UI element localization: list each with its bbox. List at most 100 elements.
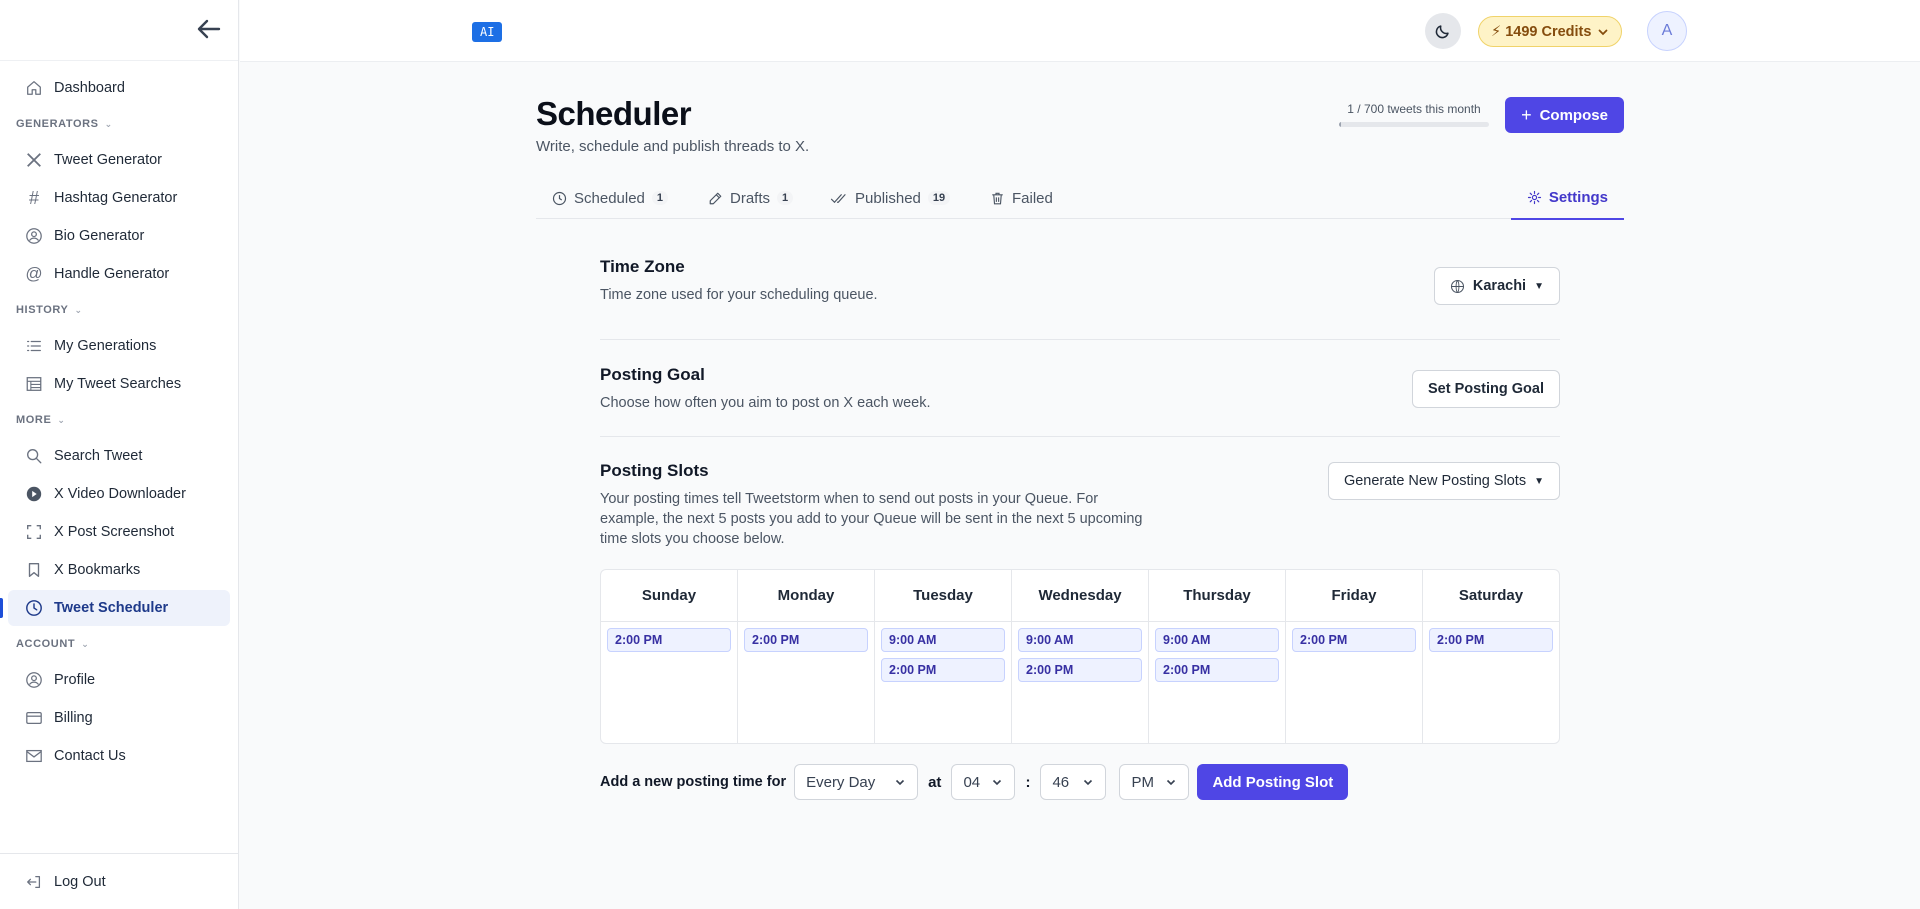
hour-select[interactable]: 04 [951,764,1016,800]
ampm-select[interactable]: PM [1119,764,1190,800]
sidebar-item-billing[interactable]: Billing [8,700,230,736]
day-slots: 2:00 PM [1286,628,1422,652]
tab-count: 1 [777,191,794,205]
sidebar-nav: Dashboard GENERATORS ⌄ Tweet Generator # … [0,68,238,776]
section-history[interactable]: HISTORY ⌄ [0,294,238,326]
list-icon [24,336,44,356]
clock-icon [552,191,567,205]
set-posting-goal-button[interactable]: Set Posting Goal [1411,370,1560,408]
caret-down-icon: ▼ [1534,280,1544,292]
chevron-down-icon [1599,29,1608,35]
sidebar-item-my-generations[interactable]: My Generations [8,328,230,364]
tab-label: Drafts [730,189,771,207]
day-slots: 2:00 PM [601,628,737,652]
clock-icon [24,598,44,618]
chevron-down-icon: ⌄ [104,118,113,129]
logout-button[interactable]: Log Out [8,864,230,900]
settings-panel: Time Zone Time zone used for your schedu… [600,257,1560,549]
sidebar-item-label: X Post Screenshot [54,524,175,540]
minute-select[interactable]: 46 [1040,764,1107,800]
chevron-down-icon [993,779,1002,786]
credit-card-icon [24,708,44,728]
at-sign-icon: @ [25,264,43,283]
timezone-title: Time Zone [600,257,685,276]
generate-posting-slots-button[interactable]: Generate New Posting Slots ▼ [1327,462,1560,500]
section-more[interactable]: MORE ⌄ [0,404,238,436]
timezone-select[interactable]: Karachi ▼ [1433,267,1560,305]
section-account[interactable]: ACCOUNT ⌄ [0,628,238,660]
chevron-down-icon [1167,779,1176,786]
mail-icon [24,746,44,766]
posting-slot[interactable]: 2:00 PM [1429,628,1553,652]
timezone-row: Time Zone Time zone used for your schedu… [600,257,1560,340]
posting-slot[interactable]: 2:00 PM [1292,628,1416,652]
tab-drafts[interactable]: Drafts 1 [708,177,794,219]
day-column-saturday: Saturday 2:00 PM [1423,570,1559,743]
sidebar-item-x-video-downloader[interactable]: X Video Downloader [8,476,230,512]
tab-published[interactable]: Published 19 [830,177,951,219]
gear-icon [1527,190,1541,205]
minute-value: 46 [1052,773,1070,791]
posting-slot[interactable]: 2:00 PM [607,628,731,652]
sidebar-item-handle-generator[interactable]: @ Handle Generator [8,256,230,292]
usage-progress-bar [1339,122,1489,127]
day-header: Friday [1286,570,1422,622]
sidebar-item-bio-generator[interactable]: Bio Generator [8,218,230,254]
sidebar-item-x-post-screenshot[interactable]: X Post Screenshot [8,514,230,550]
section-label: GENERATORS [16,118,99,130]
user-circle-icon [24,226,44,246]
avatar[interactable]: A [1647,11,1687,51]
sidebar-item-tweet-scheduler[interactable]: Tweet Scheduler [0,590,230,626]
sidebar-item-label: X Video Downloader [54,486,186,502]
chevron-down-icon: ⌄ [74,304,83,315]
posting-slot[interactable]: 9:00 AM [881,628,1005,652]
posting-slot[interactable]: 2:00 PM [1155,658,1279,682]
posting-slot[interactable]: 2:00 PM [744,628,868,652]
collapse-sidebar-button[interactable] [194,14,224,44]
sidebar-item-my-tweet-searches[interactable]: My Tweet Searches [8,366,230,402]
ampm-value: PM [1131,773,1154,791]
timezone-desc: Time zone used for your scheduling queue… [600,287,878,303]
sidebar-item-x-bookmarks[interactable]: X Bookmarks [8,552,230,588]
sidebar-item-dashboard[interactable]: Dashboard [8,70,230,106]
credits-button[interactable]: ⚡ 1499 Credits [1478,16,1623,47]
chevron-down-icon: ⌄ [57,414,66,425]
day-select[interactable]: Every Day [794,764,919,800]
tab-count: 19 [927,191,951,205]
tab-count: 1 [651,191,669,205]
usage-text: 1 / 700 tweets this month [1347,102,1481,116]
sidebar-item-contact-us[interactable]: Contact Us [8,738,230,774]
day-header: Sunday [601,570,737,622]
caret-down-icon: ▼ [1534,475,1544,487]
tab-failed[interactable]: Failed [990,177,1053,219]
sidebar-item-label: Contact Us [54,748,126,764]
chevron-down-icon [1084,779,1093,786]
trash-icon [992,192,1003,204]
moon-icon [1435,25,1449,39]
sidebar-item-search-tweet[interactable]: Search Tweet [8,438,230,474]
sidebar-item-hashtag-generator[interactable]: # Hashtag Generator [8,180,230,216]
compose-button[interactable]: + Compose [1505,97,1624,133]
tab-settings[interactable]: Settings [1510,177,1624,220]
theme-toggle-button[interactable] [1425,13,1461,49]
search-icon [24,446,44,466]
tab-scheduled[interactable]: Scheduled 1 [552,177,669,219]
sidebar-item-profile[interactable]: Profile [8,662,230,698]
day-slots: 2:00 PM [738,628,874,652]
sidebar-item-label: My Generations [54,338,157,354]
sidebar: Dashboard GENERATORS ⌄ Tweet Generator # … [0,0,239,909]
posting-slot[interactable]: 9:00 AM [1018,628,1142,652]
sidebar-item-label: Profile [54,672,96,688]
posting-slot[interactable]: 9:00 AM [1155,628,1279,652]
posting-slot[interactable]: 2:00 PM [881,658,1005,682]
colon-separator: : [1025,773,1031,791]
section-label: HISTORY [16,304,69,316]
add-posting-slot-button[interactable]: Add Posting Slot [1197,764,1349,800]
table-icon [24,374,44,394]
posting-slot[interactable]: 2:00 PM [1018,658,1142,682]
page-subtitle: Write, schedule and publish threads to X… [536,138,810,155]
section-generators[interactable]: GENERATORS ⌄ [0,108,238,140]
posting-slots-row: Posting Slots Your posting times tell Tw… [600,437,1560,549]
hashtag-icon: # [28,187,39,208]
sidebar-item-tweet-generator[interactable]: Tweet Generator [8,142,230,178]
